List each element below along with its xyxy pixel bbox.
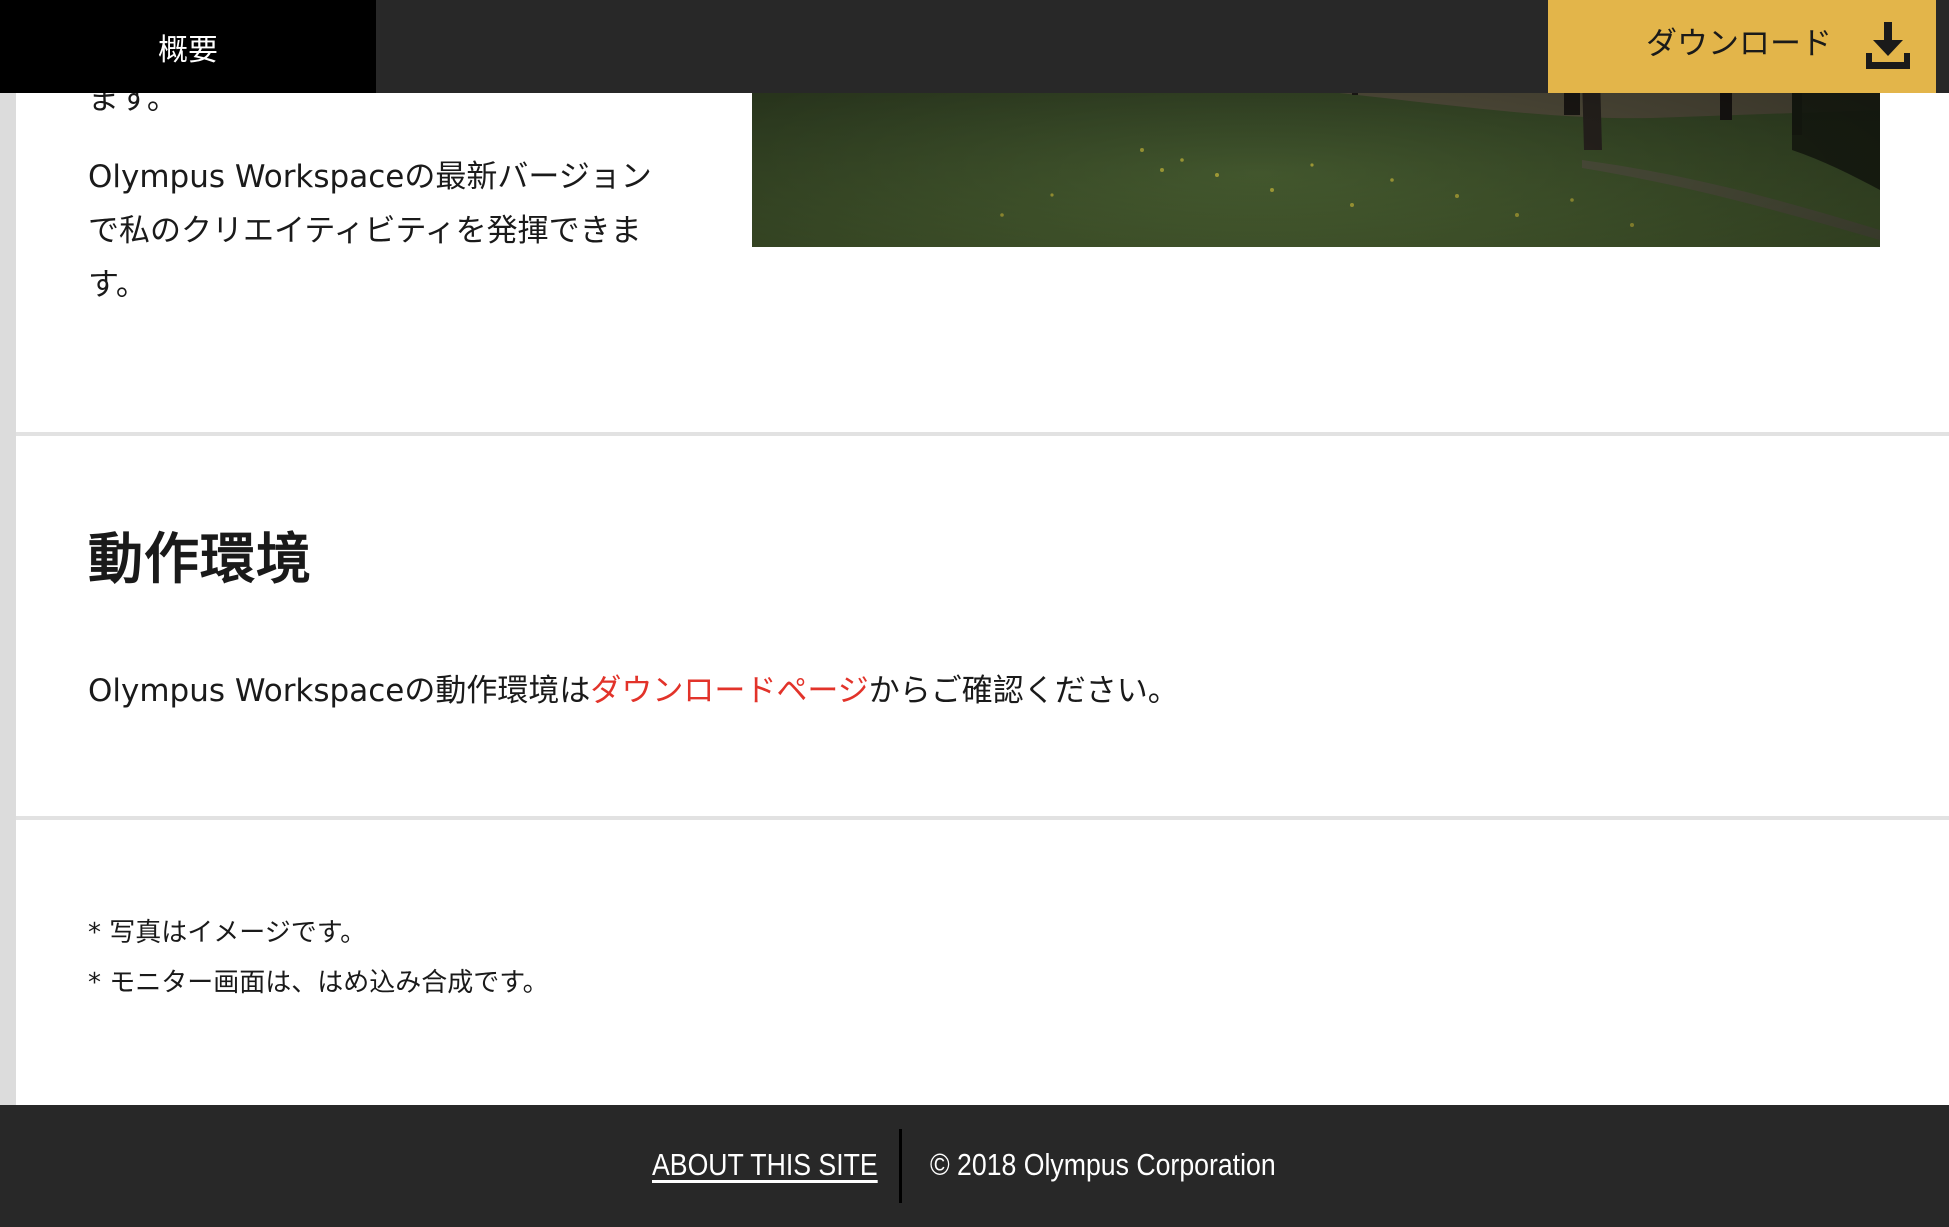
system-requirements-text-after: からご確認ください。 bbox=[868, 673, 1179, 709]
footer-separator bbox=[899, 1129, 902, 1203]
system-requirements-text-before: Olympus Workspaceの動作環境は bbox=[88, 673, 591, 709]
section-divider bbox=[16, 816, 1949, 820]
download-page-link[interactable]: ダウンロードページ bbox=[590, 673, 868, 709]
intro-paragraph: Olympus Workspaceの最新バージョン で私のクリエイティビティを発… bbox=[88, 150, 688, 312]
system-requirements-heading: 動作環境 bbox=[88, 527, 313, 591]
about-this-site-link[interactable]: ABOUT THIS SITE bbox=[652, 1143, 878, 1187]
system-requirements-text: Olympus Workspaceの動作環境はダウンロードページからご確認くださ… bbox=[88, 664, 1179, 718]
section-divider bbox=[16, 432, 1949, 436]
main-content: ます。 Olympus Workspaceの最新バージョン で私のクリエイティビ… bbox=[16, 0, 1949, 1105]
footnote-monitor: * モニター画面は、はめ込み合成です。 bbox=[88, 968, 549, 998]
copyright-text: © 2018 Olympus Corporation bbox=[930, 1147, 1276, 1182]
footnotes: * 写真はイメージです。 * モニター画面は、はめ込み合成です。 bbox=[88, 908, 549, 1008]
intro-paragraph-line: で私のクリエイティビティを発揮できま bbox=[88, 213, 642, 249]
footnote-photo: * 写真はイメージです。 bbox=[88, 918, 367, 948]
top-navigation-bar: 概要 ダウンロード bbox=[0, 0, 1949, 93]
download-icon bbox=[1866, 22, 1910, 69]
site-footer: ABOUT THIS SITE © 2018 Olympus Corporati… bbox=[0, 1105, 1949, 1227]
intro-paragraph-line: Olympus Workspaceの最新バージョン bbox=[88, 159, 652, 195]
download-button[interactable]: ダウンロード bbox=[1548, 0, 1936, 93]
intro-paragraph-line: す。 bbox=[88, 267, 147, 303]
tab-overview[interactable]: 概要 bbox=[0, 0, 376, 93]
download-button-label: ダウンロード bbox=[1646, 26, 1832, 62]
